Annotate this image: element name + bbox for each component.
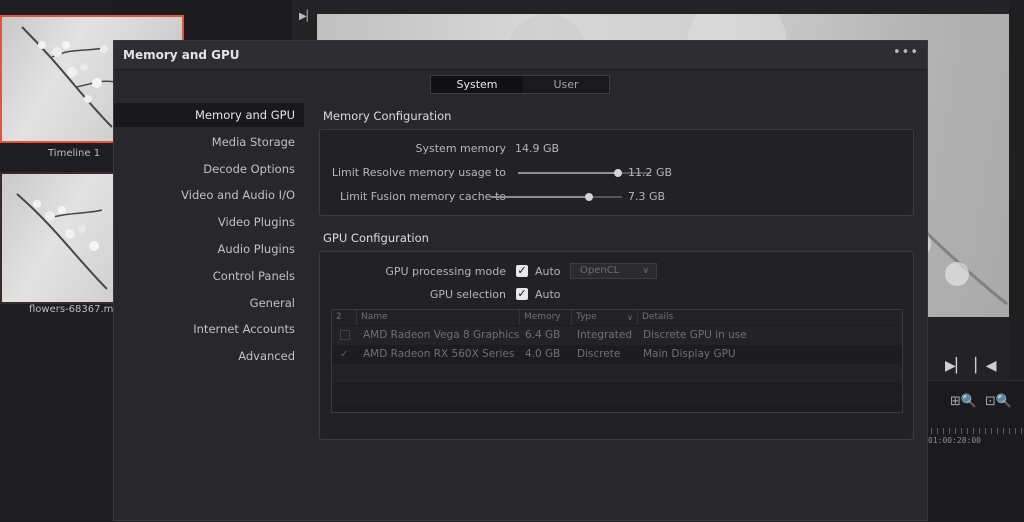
- gpu-processing-mode-label: GPU processing mode: [385, 265, 506, 278]
- system-user-toggle: System User: [430, 75, 610, 94]
- clip-label-flowers: flowers-68367.mp4: [29, 304, 127, 315]
- dialog-title: Memory and GPU: [123, 48, 240, 62]
- processing-mode-auto-label: Auto: [535, 265, 561, 278]
- processing-mode-auto-checkbox[interactable]: ✓: [516, 265, 528, 277]
- sidebar-item-advanced[interactable]: Advanced: [114, 344, 304, 368]
- system-memory-value: 14.9 GB: [515, 142, 560, 155]
- next-frame-icon[interactable]: ▶▏: [945, 358, 967, 374]
- sidebar-item-general[interactable]: General: [114, 291, 304, 315]
- checkmark-icon: ✓: [517, 264, 527, 277]
- memory-section-title: Memory Configuration: [323, 109, 452, 123]
- chevron-down-icon: ∨: [642, 266, 649, 276]
- fusion-slider-fill: [491, 196, 590, 198]
- toggle-panel-icon[interactable]: ▶▏: [299, 11, 314, 22]
- column-header-type[interactable]: Type ∨: [572, 310, 638, 325]
- clip-label-timeline: Timeline 1: [48, 148, 101, 159]
- sidebar-item-media-storage[interactable]: Media Storage: [114, 130, 304, 154]
- gpu-type: Discrete: [577, 348, 621, 360]
- gpu-mode-dropdown[interactable]: OpenCL ∨: [570, 263, 657, 279]
- zoom-timeline-icon[interactable]: ⊞🔍: [950, 394, 977, 409]
- gpu-selection-auto-label: Auto: [535, 288, 561, 301]
- column-header-memory[interactable]: Memory: [520, 310, 572, 325]
- gpu-details: Main Display GPU: [643, 348, 736, 360]
- sidebar-item-decode-options[interactable]: Decode Options: [114, 157, 304, 181]
- gpu-details: Discrete GPU in use: [643, 329, 747, 341]
- sidebar-item-internet-accounts[interactable]: Internet Accounts: [114, 317, 304, 341]
- resolve-slider-knob[interactable]: [613, 169, 622, 177]
- preferences-dialog: Memory and GPU ••• System User Memory an…: [113, 40, 928, 521]
- tab-system[interactable]: System: [431, 76, 523, 93]
- gpu-section-title: GPU Configuration: [323, 231, 429, 245]
- gpu-list-table: 2 Name Memory Type ∨ Details AMD Radeon …: [331, 309, 903, 413]
- column-header-name[interactable]: Name: [357, 310, 520, 325]
- fusion-limit-value: 7.3 GB: [628, 190, 666, 203]
- column-header-details[interactable]: Details: [638, 310, 902, 325]
- table-row-empty: [332, 386, 902, 405]
- gpu-memory: 4.0 GB: [525, 348, 561, 360]
- gpu-selection-label: GPU selection: [429, 288, 506, 301]
- tab-user[interactable]: User: [523, 76, 609, 93]
- sidebar-item-audio-plugins[interactable]: Audio Plugins: [114, 237, 304, 261]
- table-row[interactable]: AMD Radeon Vega 8 Graphics 6.4 GB Integr…: [332, 326, 902, 345]
- timeline-timecode: 01:00:28:00: [928, 436, 981, 445]
- dialog-header: Memory and GPU •••: [114, 41, 927, 70]
- resolve-limit-value: 11.2 GB: [628, 166, 673, 179]
- table-row-empty: [332, 364, 902, 383]
- sidebar-item-video-audio-io[interactable]: Video and Audio I/O: [114, 183, 304, 207]
- zoom-detail-icon[interactable]: ⊡🔍: [985, 394, 1012, 409]
- gpu-memory: 6.4 GB: [525, 329, 561, 341]
- gpu-name: AMD Radeon RX 560X Series: [363, 348, 515, 360]
- checkmark-icon: ✓: [517, 287, 527, 300]
- column-header-select[interactable]: 2: [332, 310, 357, 325]
- gpu-row-checkbox[interactable]: [340, 330, 350, 340]
- sidebar-item-control-panels[interactable]: Control Panels: [114, 264, 304, 288]
- resolve-limit-label: Limit Resolve memory usage to: [331, 166, 506, 179]
- sort-chevron-icon: ∨: [627, 313, 633, 322]
- fusion-memory-slider[interactable]: [491, 193, 622, 201]
- gpu-selection-auto-checkbox[interactable]: ✓: [516, 288, 528, 300]
- system-memory-label: System memory: [415, 142, 506, 155]
- table-row[interactable]: ✓ AMD Radeon RX 560X Series 4.0 GB Discr…: [332, 345, 902, 364]
- go-to-end-icon[interactable]: ▏◀: [975, 358, 997, 374]
- more-options-icon[interactable]: •••: [893, 45, 919, 60]
- fusion-limit-label: Limit Fusion memory cache to: [339, 190, 506, 203]
- sidebar-item-memory-gpu[interactable]: Memory and GPU: [114, 103, 304, 127]
- column-header-type-label: Type: [576, 312, 597, 322]
- gpu-mode-value: OpenCL: [580, 265, 620, 276]
- timeline-ruler[interactable]: [925, 428, 1024, 434]
- gpu-name: AMD Radeon Vega 8 Graphics: [363, 329, 520, 341]
- gpu-type: Integrated: [577, 329, 632, 341]
- viewer-toolbar: ▶▏: [292, 0, 318, 40]
- resolve-slider-fill: [518, 172, 618, 174]
- sidebar-item-video-plugins[interactable]: Video Plugins: [114, 210, 304, 234]
- gpu-row-checkmark-icon[interactable]: ✓: [340, 345, 348, 364]
